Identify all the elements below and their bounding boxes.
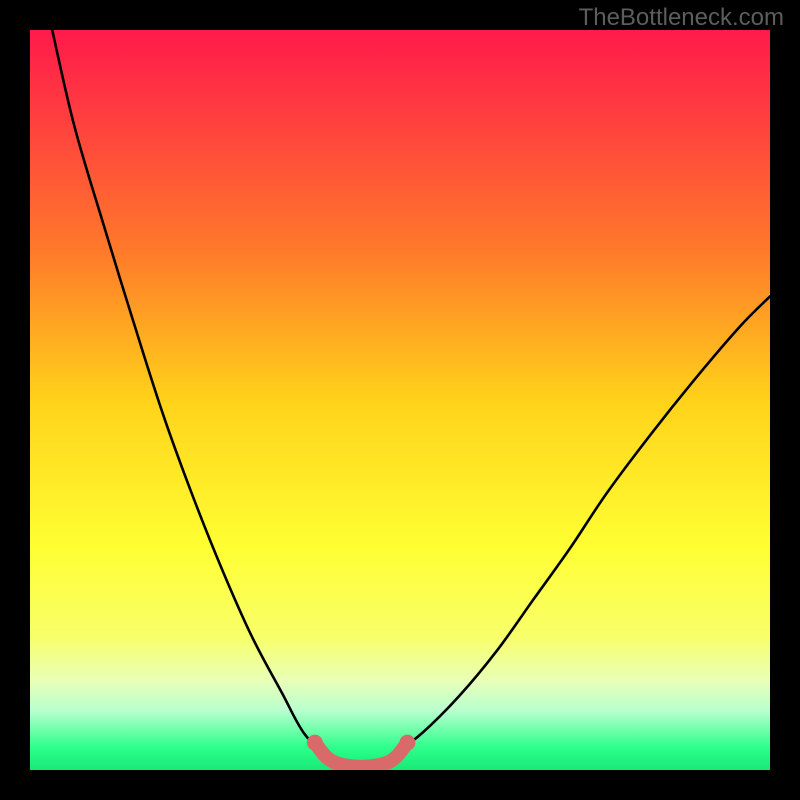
valley-endpoint-dot (399, 735, 415, 751)
plot-area (30, 30, 770, 770)
chart-svg (30, 30, 770, 770)
gradient-bg (30, 30, 770, 770)
watermark: TheBottleneck.com (579, 4, 784, 32)
chart-frame: TheBottleneck.com (0, 0, 800, 800)
valley-endpoint-dot (307, 735, 323, 751)
